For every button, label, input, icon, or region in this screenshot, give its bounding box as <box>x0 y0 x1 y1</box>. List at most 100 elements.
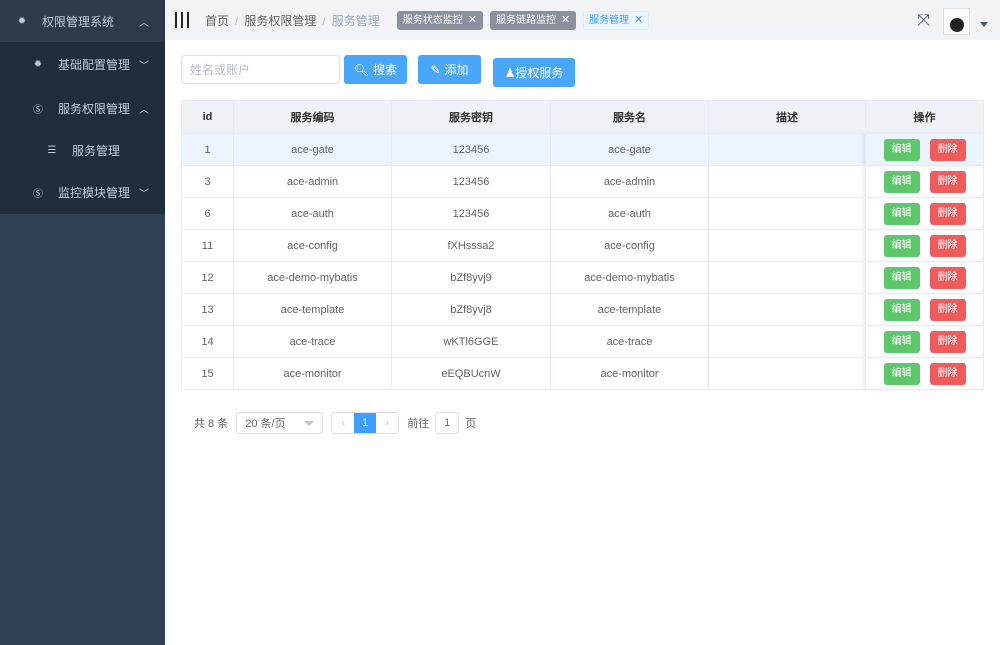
cell-name: ace-auth <box>550 197 709 230</box>
edit-button[interactable]: 编辑 <box>883 202 920 225</box>
cell-code: ace-trace <box>233 325 392 358</box>
gear-icon: ✹ <box>17 15 27 27</box>
chevron-down-icon: ﹀ <box>139 188 149 200</box>
sidebar-item-label: 服务权限管理 <box>58 101 131 116</box>
breadcrumb-home[interactable]: 首页 <box>205 14 229 28</box>
cell-code: ace-demo-mybatis <box>233 261 392 294</box>
sidebar-item-base-config[interactable]: ✹ 基础配置管理 ﹀ <box>0 42 165 86</box>
cell-name: ace-config <box>550 229 709 262</box>
cell-description <box>708 261 866 294</box>
edit-button[interactable]: 编辑 <box>883 138 920 161</box>
prev-page-button[interactable]: ‹ <box>332 413 354 433</box>
tab-service-trace[interactable]: 服务链路监控 ✕ <box>489 10 577 30</box>
caret-down-icon[interactable] <box>980 22 988 27</box>
cell-secret: bZf8yvj8 <box>391 293 551 326</box>
goto-page-input[interactable]: 1 <box>435 412 460 434</box>
cell-actions: 编辑 删除 <box>865 229 984 262</box>
cell-id: 3 <box>181 165 234 198</box>
table-row[interactable]: 11 ace-config fXHsssa2 ace-config 编辑 删除 <box>181 229 984 262</box>
table-row[interactable]: 6 ace-auth 123456 ace-auth 编辑 删除 <box>181 197 984 230</box>
close-icon[interactable]: ✕ <box>634 14 643 26</box>
cell-name: ace-gate <box>550 133 709 166</box>
cell-id: 12 <box>181 261 234 294</box>
column-header-description[interactable]: 描述 <box>708 100 866 134</box>
cell-description <box>708 357 866 390</box>
breadcrumb: 首页 / 服务权限管理 / 服务管理 <box>205 13 380 28</box>
cell-code: ace-admin <box>233 165 392 198</box>
delete-button[interactable]: 删除 <box>929 234 966 257</box>
sidebar-item-label: 服务管理 <box>72 143 121 158</box>
service-icon: Ⓢ <box>33 104 43 116</box>
tab-service-status[interactable]: 服务状态监控 ✕ <box>396 10 483 30</box>
cell-secret: 123456 <box>391 197 551 230</box>
tab-service-management[interactable]: 服务管理 ✕ <box>583 10 650 30</box>
cell-name: ace-admin <box>550 165 709 198</box>
delete-button[interactable]: 删除 <box>929 266 966 289</box>
sidebar-item-service-management[interactable]: ☰ 服务管理 <box>0 130 165 170</box>
edit-button[interactable]: 编辑 <box>883 330 920 353</box>
sidebar-item-label: 监控模块管理 <box>58 185 131 200</box>
table-row[interactable]: 1 ace-gate 123456 ace-gate 编辑 删除 <box>181 133 984 166</box>
hamburger-icon[interactable] <box>175 12 189 28</box>
fullscreen-icon[interactable]: ⤧ <box>917 12 930 30</box>
cell-secret: 123456 <box>391 165 551 198</box>
tab-label: 服务链路监控 <box>495 14 556 26</box>
cell-code: ace-gate <box>233 133 392 166</box>
sidebar-item-service-permission[interactable]: Ⓢ 服务权限管理 ︿ <box>0 86 165 130</box>
authorize-service-button[interactable]: ♟ 授权服务 <box>493 58 575 87</box>
breadcrumb-service-permission[interactable]: 服务权限管理 <box>244 14 316 28</box>
close-icon[interactable]: ✕ <box>468 14 477 26</box>
sidebar-item-permission-system[interactable]: ✹ 权限管理系统 ︿ <box>0 0 165 42</box>
page-number[interactable]: 1 <box>354 413 377 433</box>
cell-code: ace-auth <box>233 197 392 230</box>
table-row[interactable]: 12 ace-demo-mybatis bZf8yvj9 ace-demo-mybat… <box>181 261 984 294</box>
search-input[interactable] <box>181 55 340 84</box>
cell-description <box>708 325 866 358</box>
cell-description <box>708 165 866 198</box>
cell-actions: 编辑 删除 <box>865 293 984 326</box>
breadcrumb-current: 服务管理 <box>331 13 380 28</box>
delete-button[interactable]: 删除 <box>929 170 966 193</box>
column-header-name[interactable]: 服务名 <box>550 100 709 134</box>
user-plus-icon: ♟ <box>504 65 516 80</box>
delete-button[interactable]: 删除 <box>929 298 966 321</box>
table-row[interactable]: 13 ace-template bZf8yvj8 ace-template 编辑 删除 <box>181 293 984 326</box>
server-icon: ☰ <box>47 144 57 156</box>
edit-button[interactable]: 编辑 <box>883 298 920 321</box>
table-row[interactable]: 3 ace-admin 123456 ace-admin 编辑 删除 <box>181 165 984 198</box>
edit-button[interactable]: 编辑 <box>883 362 920 385</box>
delete-button[interactable]: 删除 <box>929 362 966 385</box>
search-label: 搜索 <box>373 63 398 77</box>
close-icon[interactable]: ✕ <box>561 14 570 26</box>
page-suffix: 页 <box>465 418 477 430</box>
service-icon: Ⓢ <box>33 188 43 200</box>
page-size-select[interactable]: 20 条/页 <box>236 412 324 434</box>
search-button[interactable]: 🔍︎ 搜索 <box>344 55 407 84</box>
sidebar-item-monitor[interactable]: Ⓢ 监控模块管理 ﹀ <box>0 170 165 214</box>
cell-code: ace-monitor <box>233 357 392 390</box>
avatar[interactable] <box>943 8 970 35</box>
table-row[interactable]: 15 ace-monitor eEQBUcnW ace-monitor 编辑 删除 <box>181 357 984 390</box>
delete-button[interactable]: 删除 <box>929 202 966 225</box>
cell-secret: bZf8yvj9 <box>391 261 551 294</box>
delete-button[interactable]: 删除 <box>929 330 966 353</box>
add-button[interactable]: ✎ 添加 <box>418 55 481 84</box>
next-page-button[interactable]: › <box>376 413 398 433</box>
cell-secret: eEQBUcnW <box>391 357 551 390</box>
column-header-secret[interactable]: 服务密钥 <box>391 100 551 134</box>
edit-button[interactable]: 编辑 <box>883 266 920 289</box>
edit-button[interactable]: 编辑 <box>883 170 920 193</box>
edit-button[interactable]: 编辑 <box>883 234 920 257</box>
tab-label: 服务管理 <box>589 14 630 26</box>
header: 首页 / 服务权限管理 / 服务管理 服务状态监控 ✕ 服务链路监控 ✕ 服务管理 ✕ ⤧ <box>165 0 1000 40</box>
gear-icon: ✹ <box>33 58 43 70</box>
dropdown-arrow-icon <box>304 421 315 426</box>
cell-actions: 编辑 删除 <box>865 133 984 166</box>
pencil-icon: ✎ <box>430 62 441 77</box>
cell-name: ace-template <box>550 293 709 326</box>
toolbar: 🔍︎搜索 ✎添加 ♟授权服务 <box>181 55 575 87</box>
delete-button[interactable]: 删除 <box>929 138 966 161</box>
column-header-code[interactable]: 服务编码 <box>233 100 392 134</box>
table-row[interactable]: 14 ace-trace wKTl6GGE ace-trace 编辑 删除 <box>181 325 984 358</box>
column-header-id[interactable]: id <box>181 100 234 134</box>
